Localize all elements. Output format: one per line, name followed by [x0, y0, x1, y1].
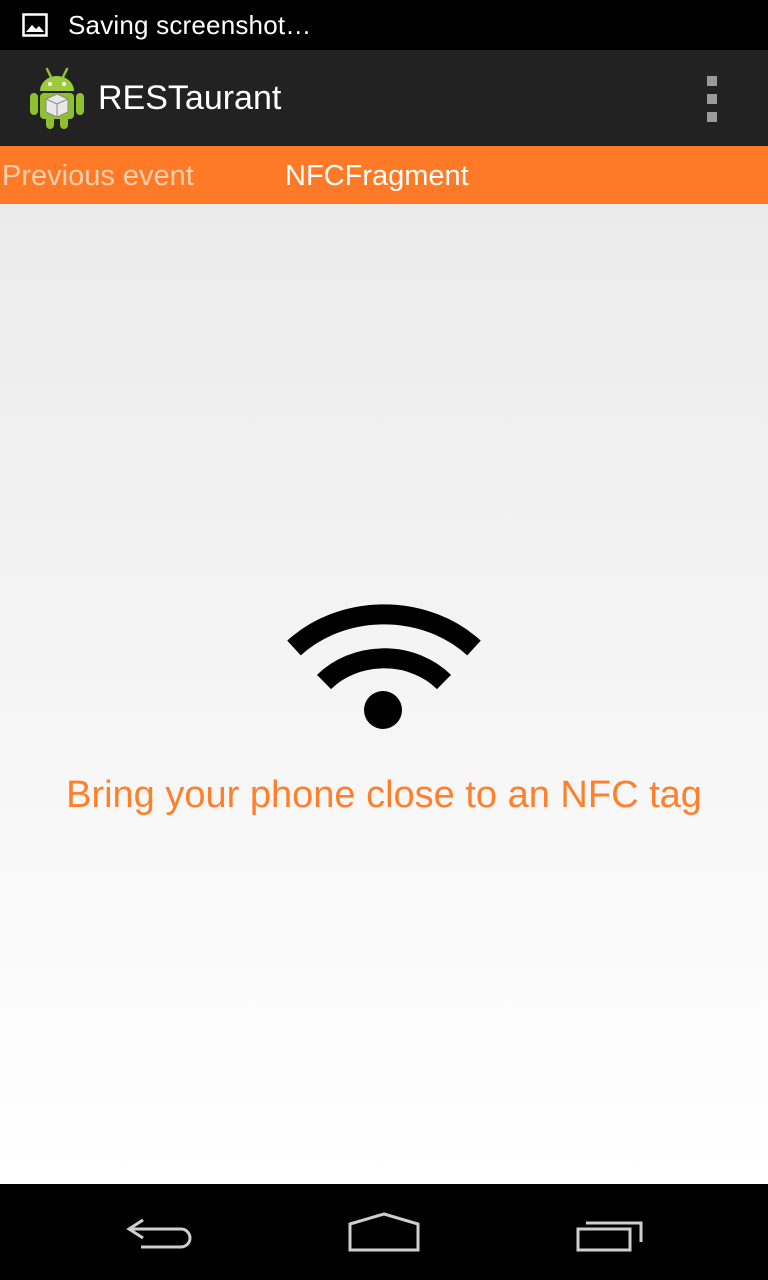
overflow-menu-icon[interactable]: [696, 76, 728, 122]
android-robot-icon[interactable]: [27, 65, 87, 131]
navigation-bar: [0, 1184, 768, 1280]
image-icon: [22, 13, 48, 37]
nfc-content: Bring your phone close to an NFC tag: [0, 204, 768, 1184]
overflow-dot: [707, 76, 717, 86]
tab-strip: Previous event NFCFragment: [0, 146, 768, 204]
tab-previous-event[interactable]: Previous event: [2, 146, 194, 204]
app-title: RESTaurant: [98, 78, 282, 117]
status-bar: Saving screenshot…: [0, 0, 768, 50]
tab-nfc-fragment[interactable]: NFCFragment: [285, 146, 469, 204]
overflow-dot: [707, 94, 717, 104]
action-bar: RESTaurant: [0, 50, 768, 147]
nfc-prompt-text: Bring your phone close to an NFC tag: [66, 774, 702, 816]
nfc-signal-icon: [287, 604, 481, 729]
overflow-dot: [707, 112, 717, 122]
back-icon[interactable]: [115, 1202, 205, 1262]
home-icon[interactable]: [339, 1202, 429, 1262]
recents-icon[interactable]: [565, 1202, 655, 1262]
status-notification-text: Saving screenshot…: [68, 9, 312, 40]
